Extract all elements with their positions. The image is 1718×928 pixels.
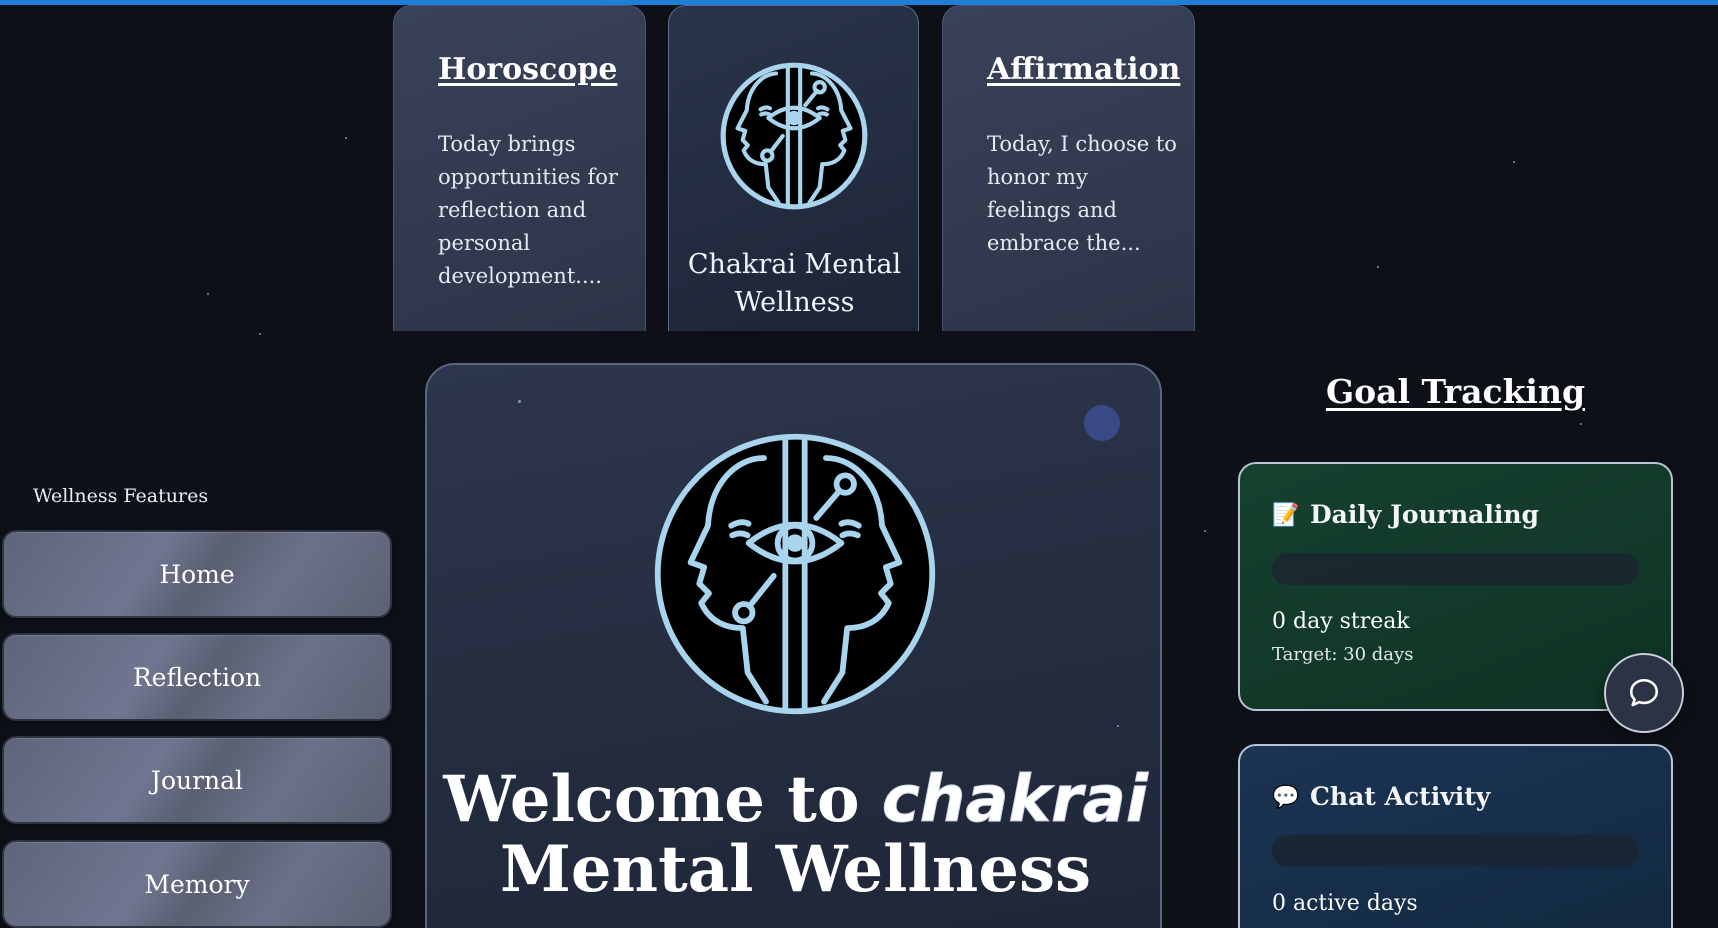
sidebar-item-memory[interactable]: Memory: [2, 840, 392, 928]
sidebar-item-label: Memory: [144, 869, 250, 899]
horoscope-text: Today brings opportunities for reflectio…: [438, 132, 618, 288]
goal-streak: 0 day streak: [1272, 609, 1410, 634]
welcome-title: Welcome to chakrai Mental Wellness: [427, 765, 1164, 905]
star-decoration: [345, 137, 347, 139]
moon-decoration: [1084, 405, 1120, 441]
sidebar-item-journal[interactable]: Journal: [2, 736, 392, 824]
memo-icon: 📝: [1272, 501, 1300, 528]
app-logo-title: Chakrai Mental Wellness: [687, 249, 902, 318]
horoscope-title: Horoscope: [438, 52, 618, 87]
star-decoration: [1204, 530, 1206, 532]
welcome-hero-panel: Welcome to chakrai Mental Wellness: [425, 363, 1162, 928]
chat-button[interactable]: [1604, 653, 1684, 733]
sidebar-title: Wellness Features: [33, 485, 209, 507]
sidebar-item-label: Reflection: [132, 662, 262, 692]
horoscope-card[interactable]: Horoscope Today brings opportunities for…: [393, 5, 646, 331]
star-decoration: [1117, 725, 1119, 727]
star-decoration: [1513, 161, 1515, 163]
app-logo-card[interactable]: Chakrai Mental Wellness: [668, 5, 919, 331]
goal-title: Daily Journaling: [1310, 500, 1539, 529]
goal-progress-bar: [1272, 835, 1639, 867]
brand-wordmark: chakrai: [881, 763, 1148, 837]
goal-tracking-title: Goal Tracking: [1325, 372, 1586, 411]
chat-bubble-icon: [1629, 678, 1659, 707]
sidebar-item-label: Home: [159, 559, 235, 589]
speech-bubble-icon: 💬: [1272, 783, 1300, 810]
star-decoration: [207, 293, 209, 295]
welcome-title-suffix: Mental Wellness: [499, 832, 1092, 907]
goal-progress-bar: [1272, 553, 1639, 585]
sidebar-item-label: Journal: [150, 765, 244, 795]
sidebar-item-reflection[interactable]: Reflection: [2, 633, 392, 721]
star-decoration: [518, 400, 521, 403]
star-decoration: [1580, 423, 1582, 425]
goal-title: Chat Activity: [1310, 782, 1491, 811]
twin-faces-eye-icon: [720, 62, 868, 210]
sidebar-item-home[interactable]: Home: [2, 530, 392, 618]
goal-target: Target: 30 days: [1272, 644, 1414, 665]
affirmation-text: Today, I choose to honor my feelings and…: [987, 132, 1177, 255]
chat-activity-goal-card[interactable]: 💬 Chat Activity 0 active days: [1238, 744, 1673, 928]
star-decoration: [1377, 266, 1379, 268]
affirmation-card[interactable]: Affirmation Today, I choose to honor my …: [942, 5, 1195, 331]
star-decoration: [259, 333, 261, 335]
goal-streak: 0 active days: [1272, 891, 1418, 916]
twin-faces-eye-icon: [654, 433, 936, 715]
welcome-title-prefix: Welcome to: [443, 762, 882, 837]
affirmation-title: Affirmation: [987, 52, 1181, 87]
